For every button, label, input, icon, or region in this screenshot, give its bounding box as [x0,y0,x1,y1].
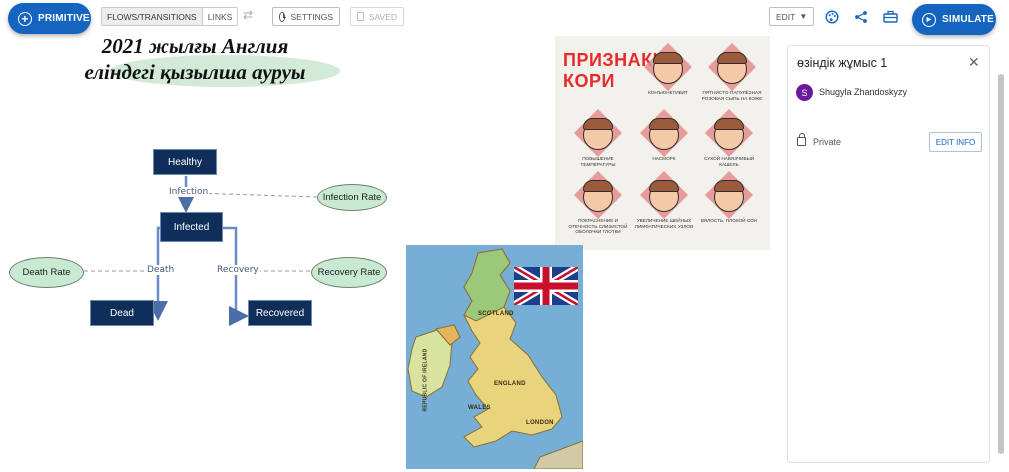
hair-shape [649,180,679,192]
stock-infected[interactable]: Infected [160,212,223,242]
avatar: S [796,84,813,101]
simulate-button[interactable]: ▶ SIMULATE [912,4,996,35]
hair-shape [649,118,679,130]
swap-icon[interactable]: ⇄ [243,8,253,22]
symptom-caption: УВЕЛИЧЕНИЕ ШЕЙНЫХ ЛИМФАТИЧЕСКИХ УЗЛОВ [634,218,694,229]
variable-death-rate[interactable]: Death Rate [9,257,84,288]
hair-shape [653,52,683,64]
hair-shape [714,118,744,130]
hair-shape [583,180,613,192]
map-label-london: LONDON [526,420,554,426]
infection-rate-link[interactable] [193,192,319,198]
stock-healthy[interactable]: Healthy [153,149,217,175]
symptom-item: КОНЪЮНКТИВИТ [637,42,699,96]
links-tab[interactable]: LINKS [203,8,238,25]
toolbar: + PRIMITIVE FLOWS/TRANSITIONS LINKS ⇄ SE… [0,0,1009,36]
visibility-status: Private [813,137,842,147]
map-label-scotland: SCOTLAND [478,311,514,317]
saved-label: SAVED [368,11,397,22]
app-window: + PRIMITIVE FLOWS/TRANSITIONS LINKS ⇄ SE… [0,0,1009,472]
lock-icon [797,133,806,146]
palette-icon[interactable] [824,9,840,25]
scrollbar[interactable] [998,74,1004,454]
primitive-label: PRIMITIVE [38,13,90,24]
symptom-item: ВЯЛОСТЬ, ПЛОХОЙ СОН [698,170,760,224]
connection-mode-toggle: FLOWS/TRANSITIONS LINKS [101,7,239,26]
settings-button[interactable]: SETTINGS [272,7,340,26]
symptom-item: ПЯТНИСТО-ПАПУЛЁЗНАЯ РОЗОВАЯ СЫПЬ НА КОЖЕ [701,42,763,101]
saved-button[interactable]: SAVED [350,7,404,26]
plus-circle-icon: + [18,11,32,26]
symptom-caption: ПОВЫШЕНИЕ ТЕМПЕРАТУРЫ [580,156,616,167]
toolbox-icon[interactable] [882,9,898,25]
settings-label: SETTINGS [290,11,333,22]
hair-shape [717,52,747,64]
flow-label-death[interactable]: Death [146,265,176,275]
symptom-item: ПОКРАСНЕНИЕ И ОТЕЧНОСТЬ СЛИЗИСТОЙ ОБОЛОЧ… [567,170,629,235]
edit-info-button[interactable]: EDIT INFO [929,132,982,152]
save-icon [357,12,364,21]
variable-infection-rate[interactable]: Infection Rate [317,184,387,211]
canvas-title[interactable]: 2021 жылғы Англия еліндегі қызылша ауруы [70,33,340,87]
edit-dropdown[interactable]: EDIT ▼ [769,7,814,26]
uk-map-image[interactable]: SCOTLAND REPUBLIC OF IRELAND ENGLAND WAL… [406,245,583,469]
stock-recovered[interactable]: Recovered [248,300,312,326]
hair-shape [583,118,613,130]
panel-title: өзіндік жұмыс 1 [797,56,888,70]
symptom-caption: ПОКРАСНЕНИЕ И ОТЕЧНОСТЬ СЛИЗИСТОЙ ОБОЛОЧ… [568,218,628,234]
symptom-item: ПОВЫШЕНИЕ ТЕМПЕРАТУРЫ [567,108,629,167]
variable-recovery-rate[interactable]: Recovery Rate [311,257,387,288]
flow-label-infection[interactable]: Infection [168,187,210,197]
map-label-england: ENGLAND [494,381,526,387]
clock-icon [279,11,287,22]
share-icon[interactable] [853,9,869,25]
symptom-item: НАСМОРК [633,108,695,162]
simulate-label: SIMULATE [942,14,994,25]
stock-dead[interactable]: Dead [90,300,154,326]
flow-label-recovery[interactable]: Recovery [216,265,260,275]
title-line-1: 2021 жылғы Англия [101,34,289,58]
hair-shape [714,180,744,192]
play-icon: ▶ [922,12,936,27]
info-panel: өзіндік жұмыс 1 ✕ S Shugyla Zhandoskyzy … [787,45,990,463]
symptom-item: СУХОЙ НАВЯЗЧИВЫЙ КАШЕЛЬ [698,108,760,167]
symptom-item: УВЕЛИЧЕНИЕ ШЕЙНЫХ ЛИМФАТИЧЕСКИХ УЗЛОВ [633,170,695,229]
map-label-wales: WALES [468,405,491,411]
symptom-caption: ПЯТНИСТО-ПАПУЛЁЗНАЯ РОЗОВАЯ СЫПЬ НА КОЖЕ [701,90,763,101]
user-name[interactable]: Shugyla Zhandoskyzy [819,87,907,97]
edit-label: EDIT [776,11,796,22]
chevron-down-icon: ▼ [799,12,808,21]
symptom-caption: СУХОЙ НАВЯЗЧИВЫЙ КАШЕЛЬ [703,156,755,167]
uk-flag-image [514,267,578,305]
title-line-2: еліндегі қызылша ауруы [84,60,306,84]
map-label-ireland: REPUBLIC OF IRELAND [422,348,429,412]
primitive-button[interactable]: + PRIMITIVE [8,3,91,34]
flows-transitions-tab[interactable]: FLOWS/TRANSITIONS [102,8,203,25]
close-icon[interactable]: ✕ [968,54,980,71]
measles-symptoms-image[interactable]: ПРИЗНАКИ КОРИ КОНЪЮНКТИВИТ ПЯТНИСТО-ПАПУ… [555,36,770,250]
